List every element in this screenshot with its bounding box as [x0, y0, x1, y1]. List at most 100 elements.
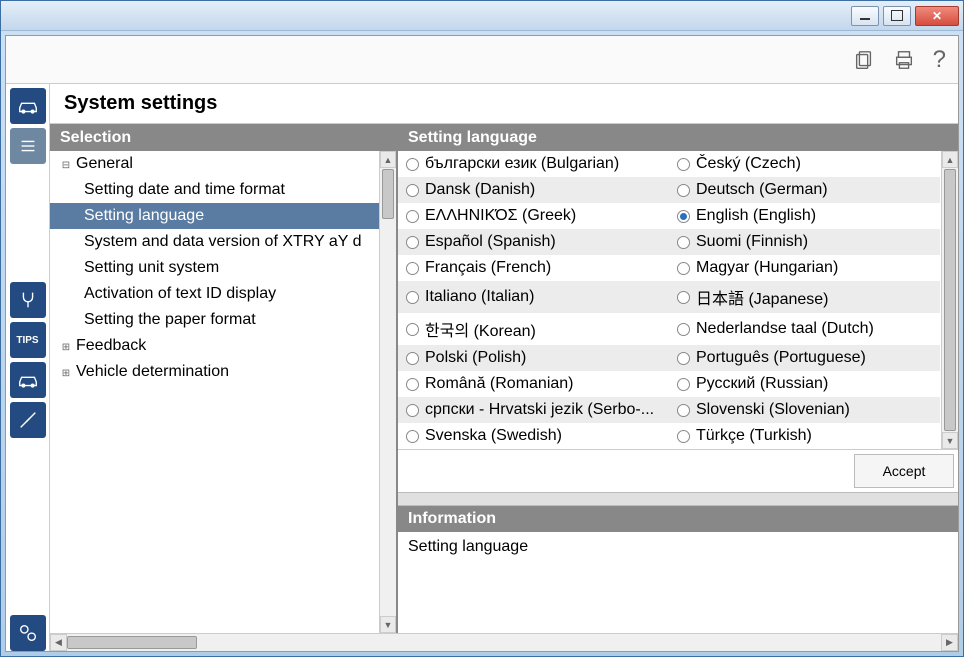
selection-panel: Selection ⊟General Setting date and time … [50, 125, 398, 633]
language-option[interactable]: ΕΛΛΗΝΙΚΌΣ (Greek) [398, 203, 669, 229]
rail-list-button[interactable] [10, 128, 46, 164]
accept-button[interactable]: Accept [854, 454, 954, 488]
tree-item[interactable]: ⊟General [50, 151, 396, 177]
rail-vehicle-button[interactable] [10, 88, 46, 124]
panels: Selection ⊟General Setting date and time … [50, 124, 958, 633]
language-option[interactable]: Svenska (Swedish) [398, 423, 669, 449]
rail-diagnostics-button[interactable] [10, 282, 46, 318]
tree-item[interactable]: Setting unit system [50, 255, 396, 281]
radio-icon[interactable] [406, 378, 419, 391]
language-option[interactable]: Magyar (Hungarian) [669, 255, 940, 281]
tree-item-label: Setting language [84, 207, 204, 224]
tree-item[interactable]: ⊞ Vehicle determination [50, 359, 396, 385]
language-option[interactable]: Italiano (Italian) [398, 281, 669, 313]
tree-item[interactable]: Activation of text ID display [50, 281, 396, 307]
selection-tree: ⊟General Setting date and time format Sett… [50, 151, 396, 633]
language-option[interactable]: Deutsch (German) [669, 177, 940, 203]
horizontal-scrollbar[interactable]: ◀ ▶ [50, 633, 958, 651]
language-label: Slovenski (Slovenian) [696, 401, 850, 419]
radio-icon[interactable] [677, 291, 690, 304]
rail-vehicle2-button[interactable] [10, 362, 46, 398]
language-label: Русский (Russian) [696, 375, 828, 393]
language-option[interactable]: 한국의 (Korean) [398, 313, 669, 345]
language-option[interactable]: Português (Portuguese) [669, 345, 940, 371]
window-close-button[interactable] [915, 6, 959, 26]
tree-item-label: Setting unit system [84, 259, 219, 276]
radio-icon[interactable] [406, 323, 419, 336]
language-label: Magyar (Hungarian) [696, 259, 838, 277]
language-option[interactable]: Français (French) [398, 255, 669, 281]
tree-item-label: Activation of text ID display [84, 285, 276, 302]
radio-icon[interactable] [677, 323, 690, 336]
tree-expander-icon[interactable]: ⊟ [60, 160, 72, 171]
content-row: TIPS System settings Selection [6, 84, 958, 651]
tree-item[interactable]: Setting language [50, 203, 396, 229]
tree-item[interactable]: Setting date and time format [50, 177, 396, 203]
language-option[interactable]: Nederlandse taal (Dutch) [669, 313, 940, 345]
language-label: Français (French) [425, 259, 551, 277]
language-option[interactable]: Český (Czech) [669, 151, 940, 177]
radio-icon[interactable] [406, 291, 419, 304]
radio-icon[interactable] [677, 430, 690, 443]
language-option[interactable]: Русский (Russian) [669, 371, 940, 397]
tree-item-label: Setting date and time format [84, 181, 285, 198]
tree-item-label: System and data version of XTRY aY d [84, 233, 362, 250]
tree-expander-icon[interactable]: ⊞ [60, 342, 72, 353]
print-icon[interactable] [893, 49, 915, 71]
language-label: English (English) [696, 207, 816, 225]
language-option[interactable]: 日本語 (Japanese) [669, 281, 940, 313]
rail-tools-button[interactable] [10, 402, 46, 438]
language-option[interactable]: Türkçe (Turkish) [669, 423, 940, 449]
radio-icon[interactable] [406, 210, 419, 223]
tree-item[interactable]: Setting the paper format [50, 307, 396, 333]
selection-scrollbar[interactable]: ▲▼ [379, 151, 396, 633]
language-label: Italiano (Italian) [425, 288, 534, 306]
radio-icon[interactable] [677, 352, 690, 365]
language-label: 한국의 (Korean) [425, 317, 536, 341]
language-scrollbar[interactable]: ▲▼ [941, 151, 958, 449]
radio-icon[interactable] [406, 158, 419, 171]
titlebar [1, 1, 963, 31]
language-label: српски - Hrvatski jezik (Serbo-... [425, 401, 654, 419]
radio-icon[interactable] [406, 430, 419, 443]
main-area: System settings Selection ⊟GeneralSettin… [50, 84, 958, 651]
copy-icon[interactable] [853, 49, 875, 71]
radio-icon[interactable] [406, 262, 419, 275]
tips-label: TIPS [16, 335, 38, 346]
language-option[interactable]: English (English) [669, 203, 940, 229]
radio-icon[interactable] [677, 210, 690, 223]
language-option[interactable]: Polski (Polish) [398, 345, 669, 371]
radio-icon[interactable] [406, 404, 419, 417]
language-option[interactable]: Slovenski (Slovenian) [669, 397, 940, 423]
radio-icon[interactable] [677, 158, 690, 171]
selection-header: Selection [50, 125, 396, 151]
window-maximize-button[interactable] [883, 6, 911, 26]
language-label: Español (Spanish) [425, 233, 556, 251]
panel-gap [398, 492, 958, 506]
language-label: Dansk (Danish) [425, 181, 535, 199]
tree-item[interactable]: ⊞Feedback [50, 333, 396, 359]
language-option[interactable]: Dansk (Danish) [398, 177, 669, 203]
page-title: System settings [50, 84, 958, 124]
language-option[interactable]: Español (Spanish) [398, 229, 669, 255]
radio-icon[interactable] [677, 262, 690, 275]
radio-icon[interactable] [406, 352, 419, 365]
language-option[interactable]: српски - Hrvatski jezik (Serbo-... [398, 397, 669, 423]
radio-icon[interactable] [406, 184, 419, 197]
rail-settings-button[interactable] [10, 615, 46, 651]
tree-expander-icon[interactable]: ⊞ [60, 368, 72, 379]
window-minimize-button[interactable] [851, 6, 879, 26]
radio-icon[interactable] [677, 236, 690, 249]
rail-tips-button[interactable]: TIPS [10, 322, 46, 358]
radio-icon[interactable] [677, 378, 690, 391]
help-icon[interactable]: ? [933, 46, 946, 74]
language-option[interactable]: български език (Bulgarian) [398, 151, 669, 177]
tree-item-label: Vehicle determination [76, 363, 229, 380]
radio-icon[interactable] [677, 184, 690, 197]
radio-icon[interactable] [677, 404, 690, 417]
language-header: Setting language [398, 125, 958, 151]
language-option[interactable]: Română (Romanian) [398, 371, 669, 397]
tree-item[interactable]: System and data version of XTRY aY d [50, 229, 396, 255]
radio-icon[interactable] [406, 236, 419, 249]
language-option[interactable]: Suomi (Finnish) [669, 229, 940, 255]
